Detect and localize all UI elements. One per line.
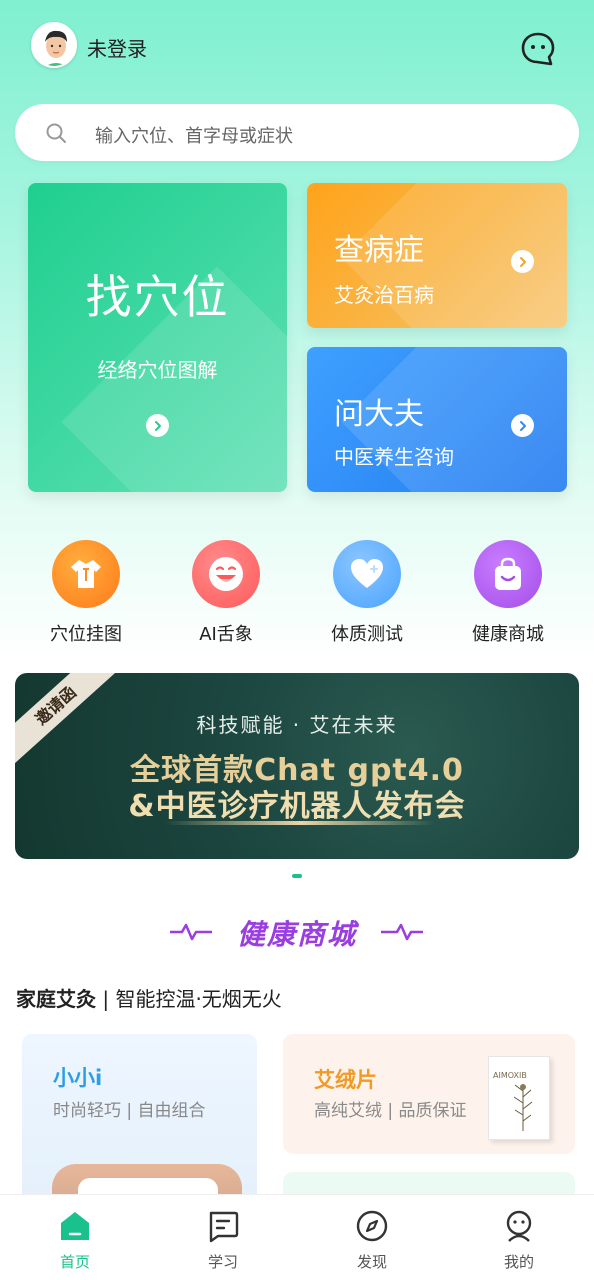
- quick-link-label: AI舌象: [199, 624, 253, 645]
- product-card-moxa-sheet[interactable]: 艾绒片 高纯艾绒 | 品质保证 AIMOXIB: [283, 1034, 575, 1154]
- compass-icon: [356, 1210, 388, 1242]
- chevron-right-icon[interactable]: [511, 250, 534, 273]
- chevron-right-icon[interactable]: [511, 414, 534, 437]
- find-acupoint-subtitle: 经络穴位图解: [97, 358, 218, 382]
- tab-label: 发现: [356, 1253, 387, 1271]
- section-title: 健康商城: [0, 913, 594, 953]
- tab-home[interactable]: 首页: [35, 1209, 115, 1272]
- carousel-indicator[interactable]: [292, 874, 302, 878]
- search-bar[interactable]: 输入穴位、首字母或症状: [15, 104, 579, 161]
- product-card-xiaoxiaoi[interactable]: 小小i 时尚轻巧 | 自由组合: [22, 1034, 257, 1204]
- tab-label: 首页: [59, 1253, 90, 1271]
- search-icon: [46, 123, 66, 143]
- quick-link-ai-tongue[interactable]: AI舌象: [166, 540, 286, 646]
- pulse-line-icon: [381, 923, 423, 941]
- heart-plus-icon: [333, 540, 401, 608]
- ask-doctor-title: 问大夫: [334, 397, 424, 432]
- ask-doctor-card[interactable]: 问大夫 中医养生咨询: [307, 347, 567, 492]
- top-bar: 未登录: [0, 0, 594, 95]
- quick-link-label: 体质测试: [331, 624, 403, 645]
- shopping-bag-icon: [474, 540, 542, 608]
- avatar-icon: [33, 24, 75, 66]
- tab-mine[interactable]: 我的: [479, 1209, 559, 1272]
- profile-icon: [506, 1210, 532, 1242]
- home-icon: [61, 1212, 89, 1240]
- plant-icon: [513, 1084, 533, 1131]
- quick-link-label: 穴位挂图: [50, 624, 122, 645]
- smile-tongue-icon: [192, 540, 260, 608]
- event-banner[interactable]: 邀请函 科技赋能 · 艾在未来 全球首款Chat gpt4.0 &中医诊疗机器人…: [15, 673, 579, 859]
- avatar[interactable]: [31, 22, 77, 68]
- tab-label: 学习: [207, 1253, 238, 1271]
- login-status[interactable]: 未登录: [87, 33, 147, 62]
- tab-learn[interactable]: 学习: [183, 1209, 263, 1272]
- find-acupoint-card[interactable]: 找穴位 经络穴位图解: [28, 183, 287, 492]
- shirt-icon: [52, 540, 120, 608]
- product-box-image: AIMOXIB: [488, 1056, 550, 1140]
- quick-link-health-mall[interactable]: 健康商城: [448, 540, 568, 646]
- family-moxibustion-heading: 家庭艾灸 | 智能控温·无烟无火: [16, 983, 282, 1012]
- chat-message-icon[interactable]: [520, 31, 556, 67]
- tab-discover[interactable]: 发现: [332, 1209, 412, 1272]
- quick-link-acupoint-chart[interactable]: 穴位挂图: [26, 540, 146, 646]
- check-disease-subtitle: 艾灸治百病: [334, 283, 434, 307]
- product-title: 小小i: [53, 1066, 103, 1090]
- product-subtitle: 时尚轻巧 | 自由组合: [53, 1101, 206, 1121]
- learn-icon: [209, 1211, 239, 1243]
- family-heading-bold: 家庭艾灸: [16, 987, 96, 1011]
- chevron-right-icon[interactable]: [146, 414, 169, 437]
- check-disease-card[interactable]: 查病症 艾灸治百病: [307, 183, 567, 328]
- find-acupoint-title: 找穴位: [85, 270, 230, 324]
- product-title: 艾绒片: [314, 1068, 377, 1092]
- quick-link-label: 健康商城: [472, 624, 544, 645]
- section-title-text: 健康商城: [236, 918, 357, 951]
- banner-tagline: 科技赋能 · 艾在未来: [196, 713, 398, 737]
- banner-glow-line: [165, 821, 435, 825]
- quick-link-constitution-test[interactable]: 体质测试: [307, 540, 427, 646]
- search-input[interactable]: 输入穴位、首字母或症状: [95, 122, 293, 148]
- tab-label: 我的: [503, 1253, 534, 1271]
- ask-doctor-subtitle: 中医养生咨询: [334, 445, 454, 469]
- bottom-tab-bar: 首页 学习 发现 我的: [0, 1194, 594, 1280]
- family-heading-rest: | 智能控温·无烟无火: [96, 987, 282, 1011]
- product-subtitle: 高纯艾绒 | 品质保证: [314, 1101, 467, 1121]
- banner-headline-2: &中医诊疗机器人发布会: [128, 789, 466, 824]
- check-disease-title: 查病症: [334, 233, 424, 268]
